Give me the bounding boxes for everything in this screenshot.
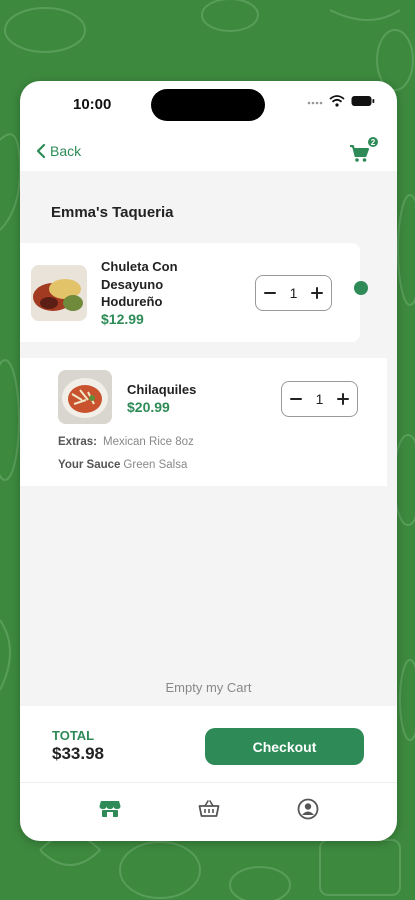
food-image-chilaquiles xyxy=(58,370,112,424)
empty-cart-button[interactable]: Empty my Cart xyxy=(20,680,397,695)
status-bar: 10:00 xyxy=(20,81,397,127)
extras-value: Mexican Rice 8oz xyxy=(103,436,194,448)
cart-item[interactable]: Chilaquiles $20.99 1 Extras: Mexican Rice… xyxy=(20,358,387,486)
cart-count-badge: 2 xyxy=(367,136,379,148)
item-price: $12.99 xyxy=(101,311,144,327)
item-extras-row: Extras: Mexican Rice 8oz xyxy=(58,436,194,448)
item-name-line: Hodureño xyxy=(101,294,163,309)
quantity-value: 1 xyxy=(315,391,324,407)
dynamic-island xyxy=(151,89,265,121)
item-name-line: Desayuno xyxy=(101,276,164,292)
wifi-icon xyxy=(329,95,345,107)
decrease-quantity-button[interactable] xyxy=(288,391,304,407)
chevron-left-icon xyxy=(36,144,46,158)
quantity-stepper: 1 xyxy=(281,381,358,417)
cart-content: Emma's Taqueria Chuleta Con Desayuno Hod… xyxy=(20,171,397,706)
tab-store[interactable] xyxy=(98,797,122,821)
sauce-value: Green Salsa xyxy=(123,459,188,471)
item-image xyxy=(58,370,112,424)
checkout-footer: TOTAL $33.98 Checkout xyxy=(20,706,397,783)
extras-label: Extras: xyxy=(58,436,97,448)
minus-icon xyxy=(264,292,276,294)
store-icon xyxy=(99,801,120,817)
account-icon xyxy=(297,798,318,820)
plus-icon xyxy=(336,393,349,405)
item-image xyxy=(31,265,87,321)
item-name: Chilaquiles xyxy=(127,382,197,397)
sauce-label: Your Sauce xyxy=(58,459,121,471)
basket-icon xyxy=(198,800,219,817)
quantity-value: 1 xyxy=(289,285,298,301)
increase-quantity-button[interactable] xyxy=(335,391,351,407)
back-button[interactable]: Back xyxy=(36,143,81,159)
restaurant-name: Emma's Taqueria xyxy=(51,204,174,221)
battery-icon xyxy=(351,96,375,106)
status-time: 10:00 xyxy=(73,96,112,113)
food-image-chuleta xyxy=(31,265,87,321)
total-label: TOTAL xyxy=(52,728,95,743)
item-sauce-row: Your Sauce Green Salsa xyxy=(58,459,187,471)
item-price: $20.99 xyxy=(127,399,170,415)
cart-icon xyxy=(350,145,369,162)
cart-button[interactable]: 2 xyxy=(349,136,379,165)
bottom-tab-bar xyxy=(20,783,397,835)
top-nav-bar: Back 2 xyxy=(20,133,397,171)
minus-icon xyxy=(290,398,302,400)
status-icons xyxy=(307,95,375,107)
signal-icon xyxy=(307,101,323,105)
item-name-line: Chuleta Con xyxy=(101,259,178,274)
total-value: $33.98 xyxy=(52,744,104,763)
tab-account[interactable] xyxy=(296,797,320,821)
item-name: Chuleta Con Desayuno Hodureño xyxy=(101,258,221,311)
quantity-stepper: 1 xyxy=(255,275,332,311)
increase-quantity-button[interactable] xyxy=(309,285,325,301)
checkout-button[interactable]: Checkout xyxy=(205,728,364,765)
decrease-quantity-button[interactable] xyxy=(262,285,278,301)
back-label: Back xyxy=(50,143,82,159)
tab-basket[interactable] xyxy=(197,797,221,821)
swipe-action-icon[interactable] xyxy=(354,281,368,295)
plus-icon xyxy=(310,287,323,299)
phone-frame: 10:00 Back 2 Emma's Taqueria Chuleta Con… xyxy=(20,81,397,841)
cart-item[interactable]: Chuleta Con Desayuno Hodureño $12.99 1 xyxy=(20,243,360,342)
